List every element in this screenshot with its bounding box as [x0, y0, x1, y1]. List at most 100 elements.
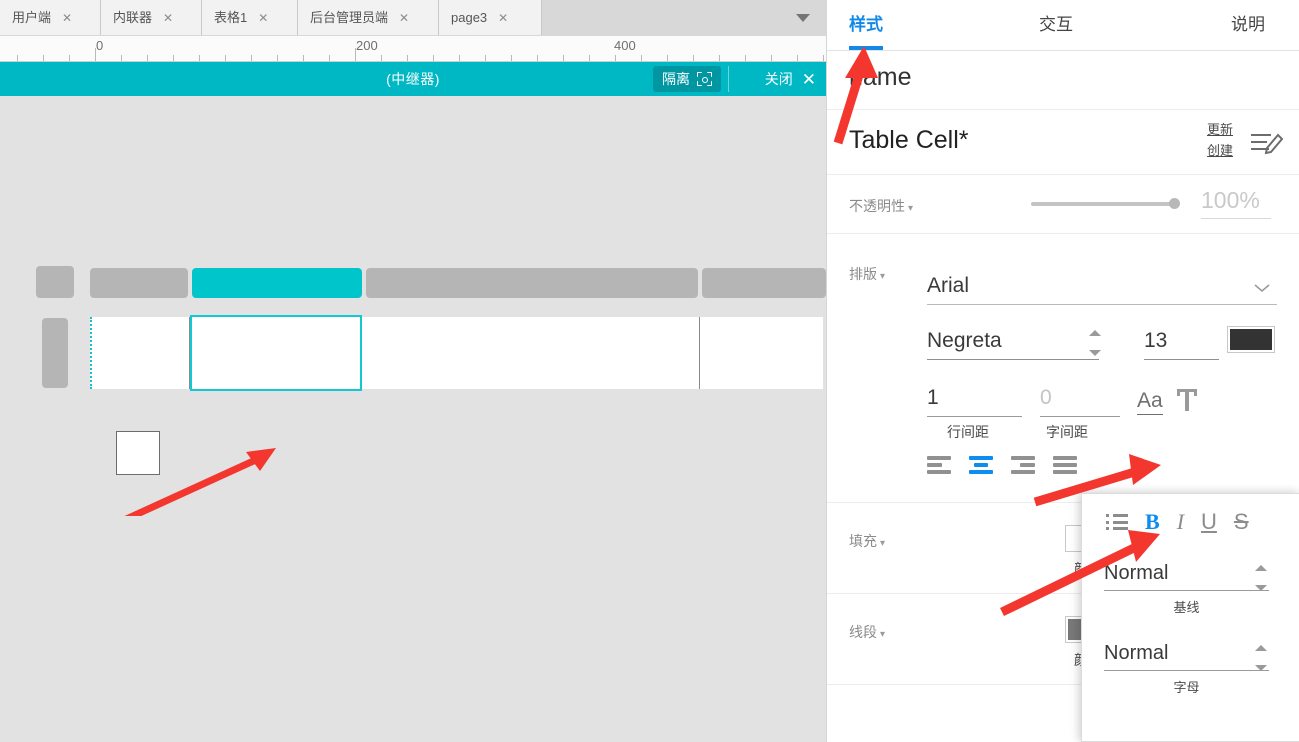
opacity-section-label[interactable]: 不透明性 ▾ — [849, 196, 913, 216]
tab-style[interactable]: 样式 — [849, 0, 883, 50]
table-corner-handle[interactable] — [36, 266, 74, 298]
page-tab-2[interactable]: 表格1 ✕ — [202, 0, 298, 35]
page-tab-4[interactable]: page3 ✕ — [439, 0, 542, 35]
ruler-minor-tick — [17, 55, 18, 61]
page-tab-close-icon[interactable]: ✕ — [257, 12, 269, 24]
page-tab-close-icon[interactable]: ✕ — [398, 12, 410, 24]
opacity-slider-knob[interactable] — [1169, 198, 1180, 209]
letter-spacing-input[interactable]: 0 — [1040, 386, 1120, 417]
stepper-down-icon[interactable] — [1255, 585, 1267, 591]
stepper-down-icon[interactable] — [1089, 350, 1101, 356]
column-header-handle-3[interactable] — [366, 268, 698, 298]
page-tab-close-icon[interactable]: ✕ — [61, 12, 73, 24]
opacity-slider-track[interactable] — [1031, 202, 1176, 206]
inner-rectangle-widget[interactable] — [116, 431, 160, 475]
table-cell-1[interactable] — [92, 317, 190, 389]
column-header-handle-2-selected[interactable] — [192, 268, 362, 298]
tab-interaction[interactable]: 交互 — [1039, 0, 1073, 50]
page-tab-label: 表格1 — [214, 10, 248, 25]
letter-spacing-label: 字间距 — [1046, 424, 1088, 440]
letter-case-field: Normal 字母 — [1104, 642, 1269, 696]
stepper-up-icon[interactable] — [1255, 645, 1267, 651]
font-weight-stepper[interactable] — [1089, 330, 1103, 356]
ruler-minor-tick — [459, 55, 460, 61]
page-tab-0[interactable]: 用户端 ✕ — [0, 0, 101, 35]
table-cell-2-selected[interactable] — [190, 315, 362, 391]
table-cell-3[interactable] — [362, 317, 700, 389]
update-style-link[interactable]: 更新 — [1207, 119, 1233, 140]
font-family-select[interactable]: Arial — [927, 274, 1277, 305]
properties-panel: 样式 交互 说明 name Table Cell* 更新 创建 不透明性 ▾ 1… — [826, 0, 1299, 742]
ruler-minor-tick — [225, 55, 226, 61]
bullet-list-icon[interactable] — [1106, 514, 1128, 530]
tab-notes[interactable]: 说明 — [1231, 0, 1265, 50]
ruler-minor-tick — [277, 55, 278, 61]
text-format-icon-row: B I U S — [1106, 511, 1249, 533]
page-tab-label: page3 — [451, 10, 488, 25]
chevron-down-icon — [796, 13, 810, 22]
bold-icon[interactable]: B — [1145, 511, 1160, 533]
baseline-label: 基线 — [1173, 600, 1200, 615]
widget-name-row[interactable]: name — [827, 51, 1299, 110]
text-style-icon[interactable] — [1175, 386, 1199, 414]
ruler-minor-tick — [537, 55, 538, 61]
typography-section-label[interactable]: 排版 ▾ — [849, 264, 885, 284]
stepper-down-icon[interactable] — [1255, 665, 1267, 671]
isolation-separator — [728, 66, 729, 92]
text-format-popup: B I U S Normal 基线 Normal 字母 — [1081, 493, 1299, 742]
align-justify-icon[interactable] — [1053, 456, 1077, 474]
page-tab-strip: 用户端 ✕ 内联器 ✕ 表格1 ✕ 后台管理员端 ✕ page3 ✕ — [0, 0, 826, 37]
canvas-pane: 用户端 ✕ 内联器 ✕ 表格1 ✕ 后台管理员端 ✕ page3 ✕ 0 200… — [0, 0, 826, 742]
ruler-label-400: 400 — [614, 38, 636, 53]
isolate-button[interactable]: 隔离 — [653, 66, 721, 92]
opacity-value-input[interactable]: 100% — [1201, 187, 1271, 219]
ruler-minor-tick — [251, 55, 252, 61]
italic-icon[interactable]: I — [1177, 511, 1184, 533]
page-tab-label: 内联器 — [113, 10, 153, 25]
strikethrough-icon[interactable]: S — [1234, 511, 1249, 533]
page-tab-close-icon[interactable]: ✕ — [162, 12, 174, 24]
page-tab-close-icon[interactable]: ✕ — [497, 12, 509, 24]
baseline-stepper[interactable] — [1255, 565, 1269, 591]
text-case-icon[interactable]: Aa — [1137, 389, 1163, 415]
ruler-minor-tick — [121, 55, 122, 61]
align-center-icon[interactable] — [969, 456, 993, 474]
align-left-icon[interactable] — [927, 456, 951, 474]
widget-name-input[interactable]: name — [849, 63, 912, 92]
table-row-handle[interactable] — [42, 318, 68, 388]
font-family-value: Arial — [927, 274, 970, 297]
edit-style-icon[interactable] — [1249, 128, 1283, 156]
font-color-chip — [1230, 329, 1272, 350]
letter-case-value[interactable]: Normal — [1104, 642, 1269, 671]
annotation-arrow-canvas — [124, 448, 276, 516]
stepper-up-icon[interactable] — [1255, 565, 1267, 571]
font-color-swatch[interactable] — [1227, 326, 1275, 353]
chevron-down-icon — [1254, 284, 1270, 293]
ruler-minor-tick — [303, 55, 304, 61]
fill-label-text: 填充 — [849, 533, 877, 549]
widget-style-row: Table Cell* 更新 创建 — [827, 110, 1299, 175]
font-weight-select[interactable]: Negreta — [927, 329, 1099, 360]
underline-icon[interactable]: U — [1201, 511, 1217, 533]
page-tab-3[interactable]: 后台管理员端 ✕ — [298, 0, 439, 35]
chevron-down-icon: ▾ — [880, 271, 886, 282]
baseline-value[interactable]: Normal — [1104, 562, 1269, 591]
design-canvas[interactable] — [0, 96, 826, 742]
line-section-label[interactable]: 线段 ▾ — [849, 622, 885, 642]
stepper-up-icon[interactable] — [1089, 330, 1101, 336]
table-cell-4[interactable] — [700, 317, 823, 389]
column-header-handle-4[interactable] — [702, 268, 826, 298]
align-right-icon[interactable] — [1011, 456, 1035, 474]
column-header-handle-1[interactable] — [90, 268, 188, 298]
fill-section-label[interactable]: 填充 ▾ — [849, 531, 885, 551]
font-size-input[interactable]: 13 — [1144, 329, 1219, 360]
create-style-link[interactable]: 创建 — [1207, 140, 1233, 161]
letter-case-stepper[interactable] — [1255, 645, 1269, 671]
ruler-minor-tick — [641, 55, 642, 61]
close-isolation-button[interactable]: 关闭 ✕ — [765, 62, 816, 96]
line-height-input[interactable]: 1 — [927, 386, 1022, 417]
page-tab-1[interactable]: 内联器 ✕ — [101, 0, 202, 35]
tab-overflow-button[interactable] — [780, 0, 826, 35]
page-tab-label: 用户端 — [12, 10, 52, 25]
ruler-minor-tick — [615, 55, 616, 61]
